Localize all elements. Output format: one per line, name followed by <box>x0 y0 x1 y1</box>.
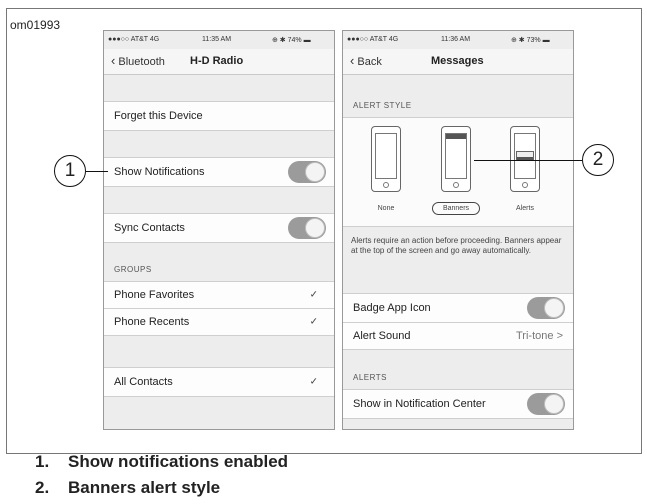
caption-2: 2. Banners alert style <box>35 478 220 498</box>
page-title: Messages <box>431 55 484 67</box>
sync-contacts-toggle[interactable] <box>288 217 326 239</box>
home-button-icon <box>453 182 459 188</box>
nav-bar: ‹ Bluetooth H-D Radio <box>104 49 334 75</box>
status-bar: ●●●○○ AT&T 4G 11:35 AM ⊕ ✱ 74% ▬ <box>104 31 334 49</box>
phone-screen-messages: ●●●○○ AT&T 4G 11:36 AM ⊕ ✱ 73% ▬ ‹ Back … <box>342 30 574 430</box>
chevron-left-icon: ‹ <box>350 53 355 68</box>
alert-style-header: ALERT STYLE <box>353 101 412 110</box>
phone-screen-icon <box>375 133 397 179</box>
toggle-knob <box>544 298 564 318</box>
toggle-knob <box>544 394 564 414</box>
home-button-icon <box>383 182 389 188</box>
all-contacts-label: All Contacts <box>114 376 173 388</box>
alert-style-none[interactable] <box>371 126 401 192</box>
status-time: 11:35 AM <box>202 36 232 43</box>
forget-device-row[interactable]: Forget this Device <box>104 101 334 131</box>
phone-screen-icon <box>514 133 536 179</box>
show-in-notification-center-toggle[interactable] <box>527 393 565 415</box>
caption-2-number: 2. <box>35 478 50 497</box>
checkmark-icon: ✓ <box>309 289 318 301</box>
show-notifications-row: Show Notifications <box>104 157 334 187</box>
phone-screen-icon <box>445 133 467 179</box>
page-title: H-D Radio <box>190 55 244 67</box>
toggle-knob <box>305 218 325 238</box>
style-label-banners: Banners <box>442 205 470 212</box>
chevron-right-icon: > <box>556 330 563 342</box>
toggle-knob <box>305 162 325 182</box>
phone-screen-bluetooth: ●●●○○ AT&T 4G 11:35 AM ⊕ ✱ 74% ▬ ‹ Bluet… <box>103 30 335 430</box>
show-notifications-label: Show Notifications <box>114 166 205 178</box>
back-button[interactable]: ‹ Back <box>350 53 382 68</box>
alert-style-banners[interactable] <box>441 126 471 192</box>
alerts-header: ALERTS <box>353 373 387 382</box>
caption-1: 1. Show notifications enabled <box>35 452 288 472</box>
alert-style-description: Alerts require an action before proceedi… <box>351 236 562 255</box>
caption-1-text: Show notifications enabled <box>68 452 289 471</box>
status-bar: ●●●○○ AT&T 4G 11:36 AM ⊕ ✱ 73% ▬ <box>343 31 573 49</box>
badge-app-icon-toggle[interactable] <box>527 297 565 319</box>
caption-2-text: Banners alert style <box>68 478 221 497</box>
battery-status: ⊕ ✱ 74% ▬ <box>272 37 311 44</box>
show-notifications-toggle[interactable] <box>288 161 326 183</box>
alert-sound-row[interactable]: Alert Sound Tri-tone > <box>343 322 573 350</box>
phone-favorites-label: Phone Favorites <box>114 289 195 301</box>
show-in-notification-center-row: Show in Notification Center <box>343 389 573 419</box>
phone-recents-label: Phone Recents <box>114 316 190 328</box>
callout-2-leader <box>474 160 582 161</box>
sync-contacts-label: Sync Contacts <box>114 222 185 234</box>
badge-app-icon-row: Badge App Icon <box>343 293 573 323</box>
alert-sound-label: Alert Sound <box>353 330 411 342</box>
banner-bar-icon <box>446 134 466 139</box>
all-contacts-row[interactable]: All Contacts ✓ <box>104 367 334 397</box>
show-in-notification-center-label: Show in Notification Center <box>353 398 486 410</box>
back-label: Bluetooth <box>118 56 165 68</box>
alert-sound-value-text: Tri-tone <box>516 330 554 342</box>
callout-1: 1 <box>54 155 86 187</box>
chevron-left-icon: ‹ <box>111 53 116 68</box>
callout-1-leader <box>86 171 108 172</box>
checkmark-icon: ✓ <box>309 316 318 328</box>
phone-favorites-row[interactable]: Phone Favorites ✓ <box>104 281 334 309</box>
back-button[interactable]: ‹ Bluetooth <box>111 53 165 68</box>
forget-device-label: Forget this Device <box>114 110 203 122</box>
style-label-none: None <box>377 205 395 212</box>
nav-bar: ‹ Back Messages <box>343 49 573 75</box>
back-label: Back <box>357 56 382 68</box>
caption-1-number: 1. <box>35 452 50 471</box>
checkmark-icon: ✓ <box>309 376 318 388</box>
carrier-signal: ●●●○○ AT&T 4G <box>108 36 160 43</box>
groups-header: GROUPS <box>114 265 152 274</box>
sync-contacts-row: Sync Contacts <box>104 213 334 243</box>
badge-app-icon-label: Badge App Icon <box>353 302 431 314</box>
callout-2: 2 <box>582 144 614 176</box>
alert-box-icon <box>516 151 534 160</box>
carrier-signal: ●●●○○ AT&T 4G <box>347 36 399 43</box>
style-label-alerts: Alerts <box>516 205 534 212</box>
alert-style-alerts[interactable] <box>510 126 540 192</box>
alert-sound-value: Tri-tone > <box>516 330 563 342</box>
figure-id: om01993 <box>10 18 61 32</box>
phone-recents-row[interactable]: Phone Recents ✓ <box>104 308 334 336</box>
alert-style-panel: None Banners Alerts <box>343 117 573 227</box>
status-time: 11:36 AM <box>441 36 471 43</box>
battery-status: ⊕ ✱ 73% ▬ <box>511 37 550 44</box>
home-button-icon <box>522 182 528 188</box>
